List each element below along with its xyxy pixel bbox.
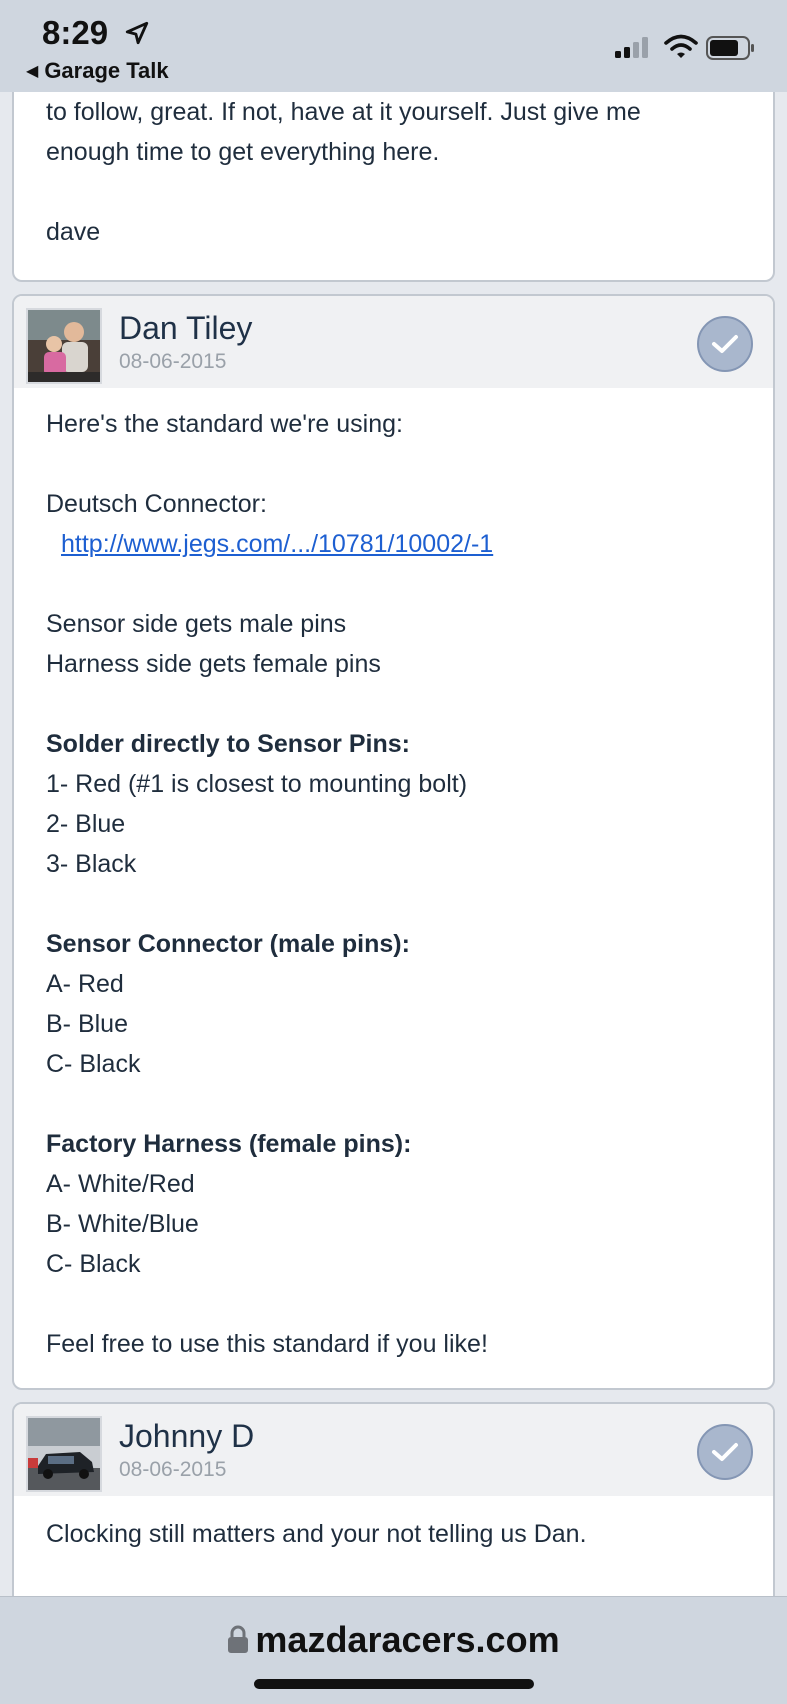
cellular-signal-icon <box>615 37 648 58</box>
section-heading: Sensor Connector (male pins): <box>46 930 410 958</box>
address-bar[interactable]: mazdaracers.com <box>0 1619 787 1661</box>
browser-bottom-bar: mazdaracers.com <box>0 1596 787 1704</box>
post-card: to follow, great. If not, have at it you… <box>12 92 775 282</box>
avatar[interactable] <box>26 308 102 384</box>
post-line <box>46 444 741 484</box>
post-body: Here's the standard we're using: Deutsch … <box>14 388 773 1364</box>
post-line: Clocking still matters and your not tell… <box>46 1520 587 1548</box>
section-heading: Solder directly to Sensor Pins: <box>46 730 410 758</box>
author-name[interactable]: Johnny D <box>119 1418 254 1455</box>
post-line: Sensor side gets male pins <box>46 610 347 638</box>
post-line: Harness side gets female pins <box>46 650 381 678</box>
section-heading: Factory Harness (female pins): <box>46 1130 412 1158</box>
post-header: Johnny D 08-06-2015 <box>14 1404 773 1496</box>
post-line: to follow, great. If not, have at it you… <box>46 98 641 126</box>
post-line: B- White/Blue <box>46 1210 199 1238</box>
post-card: Dan Tiley 08-06-2015 Here's the standard… <box>12 294 775 1390</box>
post-line: 2- Blue <box>46 810 126 838</box>
checkmark-icon[interactable] <box>697 1424 753 1480</box>
post-line: A- White/Red <box>46 1170 195 1198</box>
post-line: Here's the standard we're using: <box>46 410 403 438</box>
post-line <box>46 564 741 604</box>
post-body: Clocking still matters and your not tell… <box>14 1496 773 1554</box>
post-line <box>46 172 741 212</box>
post-line: A- Red <box>46 970 124 998</box>
back-to-app-button[interactable]: ◀ Garage Talk <box>26 58 169 84</box>
wifi-icon <box>664 34 698 58</box>
post-line <box>46 684 741 724</box>
post-card: Johnny D 08-06-2015 Clocking still matte… <box>12 1402 775 1596</box>
avatar-photo <box>28 310 100 382</box>
post-line: B- Blue <box>46 1010 128 1038</box>
post-line: Feel free to use this standard if you li… <box>46 1330 488 1358</box>
avatar[interactable] <box>26 1416 102 1492</box>
post-line: C- Black <box>46 1250 141 1278</box>
back-app-label: Garage Talk <box>44 58 169 83</box>
post-line <box>46 1084 741 1124</box>
status-time: 8:29 <box>42 14 109 51</box>
post-line <box>46 884 741 924</box>
post-line: enough time to get everything here. <box>46 138 440 166</box>
post-body: to follow, great. If not, have at it you… <box>14 92 773 252</box>
post-date: 08-06-2015 <box>119 350 227 373</box>
post-header: Dan Tiley 08-06-2015 <box>14 296 773 388</box>
post-line: dave <box>46 218 101 246</box>
lock-icon <box>228 1625 249 1653</box>
post-line <box>46 1284 741 1324</box>
checkmark-icon[interactable] <box>697 316 753 372</box>
post-line: 3- Black <box>46 850 137 878</box>
author-name[interactable]: Dan Tiley <box>119 310 252 347</box>
post-date: 08-06-2015 <box>119 1458 227 1481</box>
connector-link[interactable]: http://www.jegs.com/.../10781/10002/-1 <box>46 524 741 564</box>
url-text: mazdaracers.com <box>255 1619 560 1660</box>
thread-content[interactable]: to follow, great. If not, have at it you… <box>0 92 787 1596</box>
status-bar: 8:29 ◀ Garage Talk <box>0 0 787 92</box>
home-indicator[interactable] <box>254 1679 534 1689</box>
post-line: 1- Red (#1 is closest to mounting bolt) <box>46 770 468 798</box>
location-arrow-icon <box>125 21 149 45</box>
avatar-photo <box>28 1418 100 1490</box>
back-triangle-icon: ◀ <box>26 63 39 80</box>
battery-icon <box>706 36 754 60</box>
post-line: C- Black <box>46 1050 141 1078</box>
post-line: Deutsch Connector: <box>46 490 267 518</box>
